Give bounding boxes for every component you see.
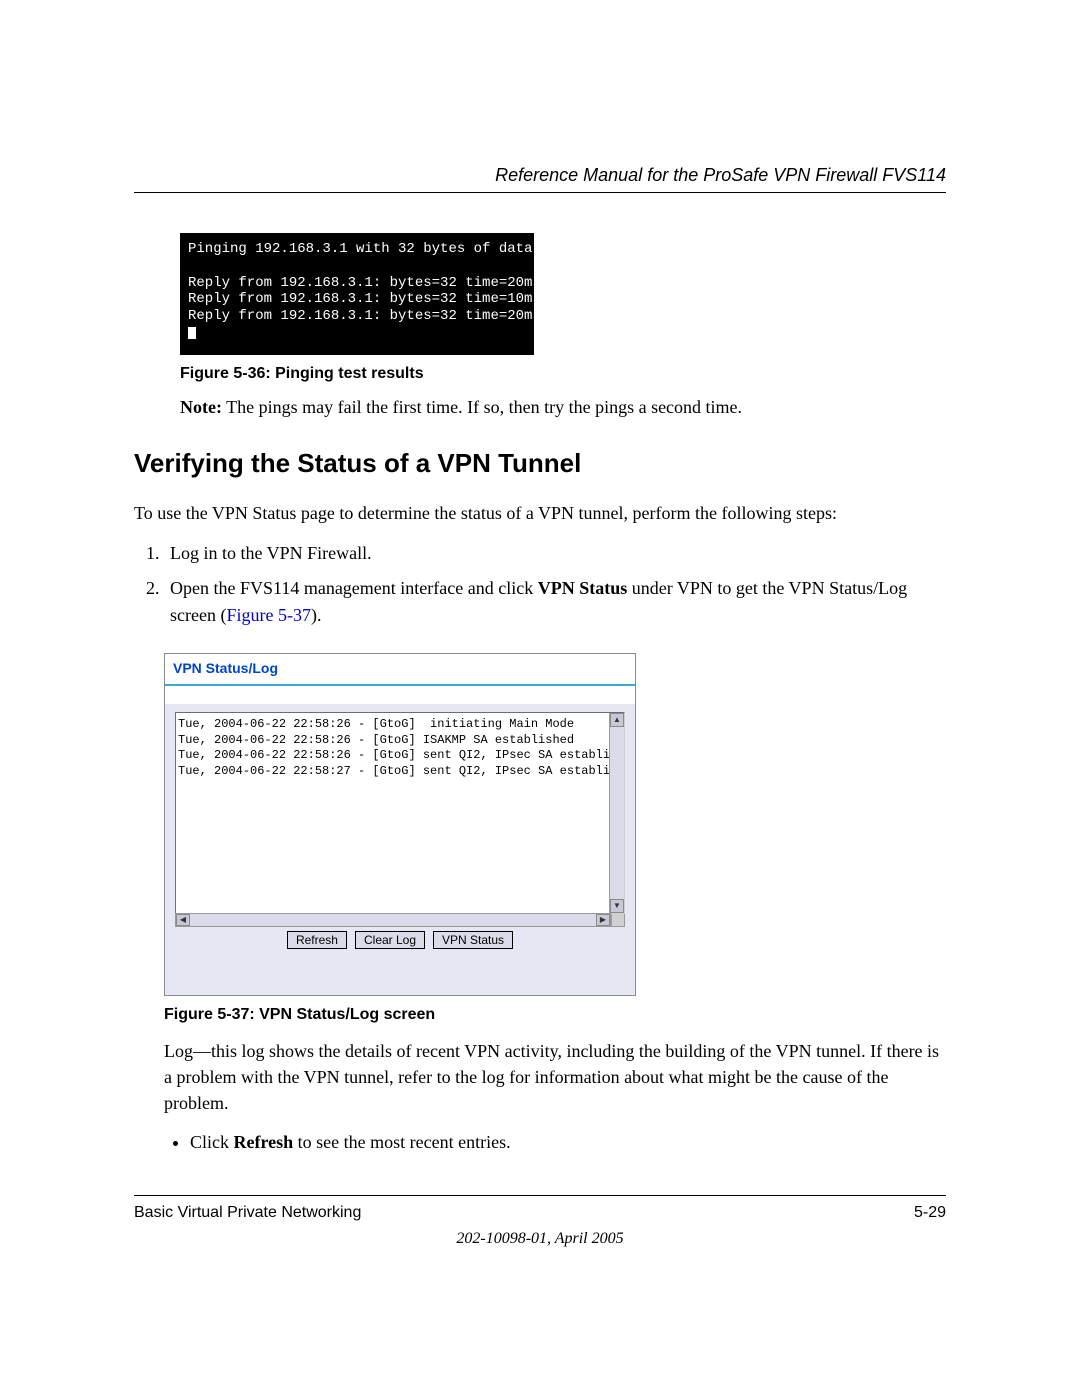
figure-36-caption: Figure 5-36: Pinging test results: [180, 365, 946, 383]
cursor-icon: [188, 327, 196, 339]
vpn-button-row: Refresh Clear Log VPN Status: [175, 927, 625, 955]
footer-page-number: 5-29: [914, 1204, 946, 1222]
scroll-right-icon[interactable]: ▶: [596, 914, 610, 926]
figure-37-caption: Figure 5-37: VPN Status/Log screen: [164, 1006, 946, 1024]
page-header: Reference Manual for the ProSafe VPN Fir…: [134, 165, 946, 193]
ping-line: Pinging 192.168.3.1 with 32 bytes of dat…: [188, 241, 541, 257]
vpn-panel-title: VPN Status/Log: [173, 660, 278, 676]
refresh-button[interactable]: Refresh: [287, 931, 347, 949]
footer: Basic Virtual Private Networking 5-29 20…: [134, 1195, 946, 1248]
step-1: Log in to the VPN Firewall.: [164, 540, 946, 567]
note-label: Note:: [180, 397, 222, 417]
clear-log-button[interactable]: Clear Log: [355, 931, 425, 949]
scroll-down-icon[interactable]: ▼: [610, 899, 624, 913]
horizontal-scrollbar-row: ◀ ▶: [175, 913, 625, 927]
ping-line: Reply from 192.168.3.1: bytes=32 time=20…: [188, 308, 608, 324]
log-line: Tue, 2004-06-22 22:58:26 - [GtoG] sent Q…: [178, 748, 625, 762]
figure-37: VPN Status/Log Tue, 2004-06-22 22:58:26 …: [164, 653, 946, 996]
vpn-log-textarea[interactable]: Tue, 2004-06-22 22:58:26 - [GtoG] initia…: [175, 712, 625, 914]
scrollbar-corner: [611, 913, 625, 927]
vpn-status-button[interactable]: VPN Status: [433, 931, 513, 949]
scroll-left-icon[interactable]: ◀: [176, 914, 190, 926]
figure-37-link[interactable]: Figure 5-37: [226, 605, 311, 625]
step-2-bold: VPN Status: [538, 578, 628, 598]
log-line: Tue, 2004-06-22 22:58:26 - [GtoG] ISAKMP…: [178, 733, 574, 747]
note-paragraph: Note: The pings may fail the first time.…: [180, 397, 946, 418]
bullet-text-pre: Click: [190, 1132, 234, 1152]
steps-list: Log in to the VPN Firewall. Open the FVS…: [134, 540, 946, 629]
note-text: The pings may fail the first time. If so…: [222, 397, 742, 417]
footer-docid: 202-10098-01, April 2005: [134, 1230, 946, 1248]
step-2-text: Open the FVS114 management interface and…: [170, 578, 538, 598]
page: Reference Manual for the ProSafe VPN Fir…: [0, 0, 1080, 1328]
bullet-bold: Refresh: [234, 1132, 294, 1152]
bullet-list: Click Refresh to see the most recent ent…: [164, 1130, 946, 1155]
scroll-up-icon[interactable]: ▲: [610, 713, 624, 727]
log-line: Tue, 2004-06-22 22:58:26 - [GtoG] initia…: [178, 717, 574, 731]
ping-line: Reply from 192.168.3.1: bytes=32 time=10…: [188, 291, 608, 307]
log-description: Log—this log shows the details of recent…: [164, 1038, 946, 1116]
bullet-text-post: to see the most recent entries.: [293, 1132, 510, 1152]
vpn-status-panel: VPN Status/Log Tue, 2004-06-22 22:58:26 …: [164, 653, 636, 996]
bullet-refresh: Click Refresh to see the most recent ent…: [190, 1130, 946, 1155]
section-heading: Verifying the Status of a VPN Tunnel: [134, 448, 946, 479]
step-2-text3: ).: [311, 605, 322, 625]
ping-line: Reply from 192.168.3.1: bytes=32 time=20…: [188, 275, 608, 291]
step-2: Open the FVS114 management interface and…: [164, 575, 946, 629]
footer-left: Basic Virtual Private Networking: [134, 1204, 361, 1222]
vpn-log-area: Tue, 2004-06-22 22:58:26 - [GtoG] initia…: [165, 704, 635, 995]
vpn-log-text: Tue, 2004-06-22 22:58:26 - [GtoG] initia…: [176, 713, 624, 783]
vertical-scrollbar[interactable]: ▲ ▼: [609, 713, 624, 913]
intro-paragraph: To use the VPN Status page to determine …: [134, 501, 946, 526]
log-line: Tue, 2004-06-22 22:58:27 - [GtoG] sent Q…: [178, 764, 625, 778]
vpn-gap: [165, 686, 635, 704]
vpn-title-bar: VPN Status/Log: [165, 654, 635, 686]
footer-row: Basic Virtual Private Networking 5-29: [134, 1204, 946, 1222]
ping-terminal: Pinging 192.168.3.1 with 32 bytes of dat…: [180, 233, 534, 355]
horizontal-scrollbar[interactable]: ◀ ▶: [175, 913, 611, 927]
